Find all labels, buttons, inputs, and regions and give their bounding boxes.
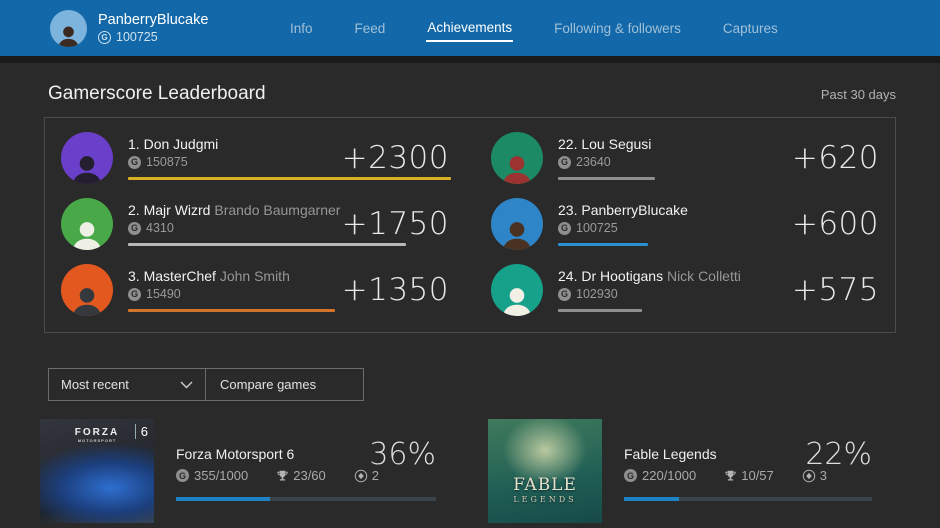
score-value: 23640	[576, 155, 611, 169]
leaderboard-panel: 1. Don Judgmi G 150875 +2300 22. Lou Seg…	[44, 117, 896, 333]
tab-feed[interactable]: Feed	[354, 16, 387, 41]
avatar	[50, 10, 87, 47]
score-value: 102930	[576, 287, 618, 301]
tab-captures[interactable]: Captures	[722, 16, 779, 41]
challenges-stat: 23/60	[276, 468, 326, 483]
progress-bar	[176, 497, 436, 501]
avatar	[61, 264, 113, 316]
gamerscore-stat: G 220/1000	[624, 468, 696, 483]
tile-logo-text: FABLELEGENDS	[488, 475, 602, 504]
progress-bar	[624, 497, 872, 501]
progress-bar-fill	[176, 497, 270, 501]
nav-tabs: Info Feed Achievements Following & follo…	[289, 0, 779, 56]
tab-info[interactable]: Info	[289, 16, 314, 41]
score-value: 100725	[576, 221, 618, 235]
top-nav-bar: PanberryBlucake G 100725 Info Feed Achie…	[0, 0, 940, 63]
trophy-icon	[276, 469, 289, 483]
profile-gamerscore-value: 100725	[116, 30, 158, 44]
gamerscore-icon: G	[624, 469, 637, 482]
gain-value: +1750	[342, 206, 449, 242]
gamerscore-icon: G	[176, 469, 189, 482]
person-icon	[68, 282, 106, 316]
compare-games-button[interactable]: Compare games	[206, 368, 364, 401]
avatar	[61, 198, 113, 250]
gain-value: +620	[792, 140, 879, 176]
gamerscore-icon: G	[558, 156, 571, 169]
game-row-fable-legends[interactable]: FABLELEGENDS Fable Legends G 220/1000 10…	[488, 419, 872, 523]
gain-value: +575	[792, 272, 879, 308]
gain-value: +1350	[342, 272, 449, 308]
rank-bar	[558, 309, 642, 312]
person-icon	[498, 282, 536, 316]
sort-dropdown-value: Most recent	[61, 377, 129, 392]
rank-bar	[558, 177, 655, 180]
real-name: John Smith	[220, 268, 290, 284]
rank-bar	[128, 177, 451, 180]
trophy-icon	[724, 469, 737, 483]
gamerscore-icon: G	[128, 222, 141, 235]
leaderboard-row[interactable]: 22. Lou Segusi G 23640 +620	[491, 125, 881, 191]
avatar	[491, 198, 543, 250]
leaderboard-row[interactable]: 1. Don Judgmi G 150875 +2300	[61, 125, 451, 191]
gamerscore-icon: G	[558, 222, 571, 235]
rank-bar	[558, 243, 648, 246]
score-value: 15490	[146, 287, 181, 301]
avatar	[61, 132, 113, 184]
gamerscore-icon: G	[128, 156, 141, 169]
profile-name: PanberryBlucake	[98, 12, 208, 28]
profile-summary[interactable]: PanberryBlucake G 100725	[50, 10, 208, 47]
tile-number: 6	[135, 424, 148, 439]
rank-bar	[128, 243, 406, 246]
tab-achievements[interactable]: Achievements	[426, 15, 513, 42]
real-name: Brando Baumgarner	[214, 202, 340, 218]
gain-value: +600	[792, 206, 879, 242]
completion-percent: 22%	[805, 437, 872, 472]
rank-bar	[128, 309, 335, 312]
person-icon	[54, 21, 83, 47]
page-title: Gamerscore Leaderboard	[48, 83, 266, 105]
leaderboard-row[interactable]: 24. Dr Hootigans Nick Colletti G 102930 …	[491, 257, 881, 323]
leaderboard-row[interactable]: 23. PanberryBlucake G 100725 +600	[491, 191, 881, 257]
game-row-forza-motorsport-6[interactable]: FORZAMOTORSPORT 6 Forza Motorsport 6 G 3…	[40, 419, 436, 523]
challenges-stat: 10/57	[724, 468, 774, 483]
game-tile-art: FABLELEGENDS	[488, 419, 602, 523]
score-value: 4310	[146, 221, 174, 235]
avatar	[491, 132, 543, 184]
game-tile-art: FORZAMOTORSPORT 6	[40, 419, 154, 523]
period-label: Past 30 days	[821, 87, 896, 102]
rare-diamond-icon	[354, 469, 368, 483]
person-icon	[498, 216, 536, 250]
gamerscore-icon: G	[128, 288, 141, 301]
gain-value: +2300	[342, 140, 449, 176]
completion-percent: 36%	[369, 437, 436, 472]
tab-following-followers[interactable]: Following & followers	[553, 16, 682, 41]
gamerscore-icon: G	[98, 31, 111, 44]
real-name: Nick Colletti	[667, 268, 741, 284]
person-icon	[68, 216, 106, 250]
avatar	[491, 264, 543, 316]
score-value: 150875	[146, 155, 188, 169]
person-icon	[498, 150, 536, 184]
chevron-down-icon	[180, 381, 193, 389]
sort-dropdown[interactable]: Most recent	[48, 368, 206, 401]
person-icon	[68, 150, 106, 184]
gamerscore-stat: G 355/1000	[176, 468, 248, 483]
gamerscore-icon: G	[558, 288, 571, 301]
profile-gamerscore: G 100725	[98, 30, 208, 44]
progress-bar-fill	[624, 497, 679, 501]
leaderboard-row[interactable]: 2. Majr Wizrd Brando Baumgarner G 4310 +…	[61, 191, 451, 257]
leaderboard-row[interactable]: 3. MasterChef John Smith G 15490 +1350	[61, 257, 451, 323]
